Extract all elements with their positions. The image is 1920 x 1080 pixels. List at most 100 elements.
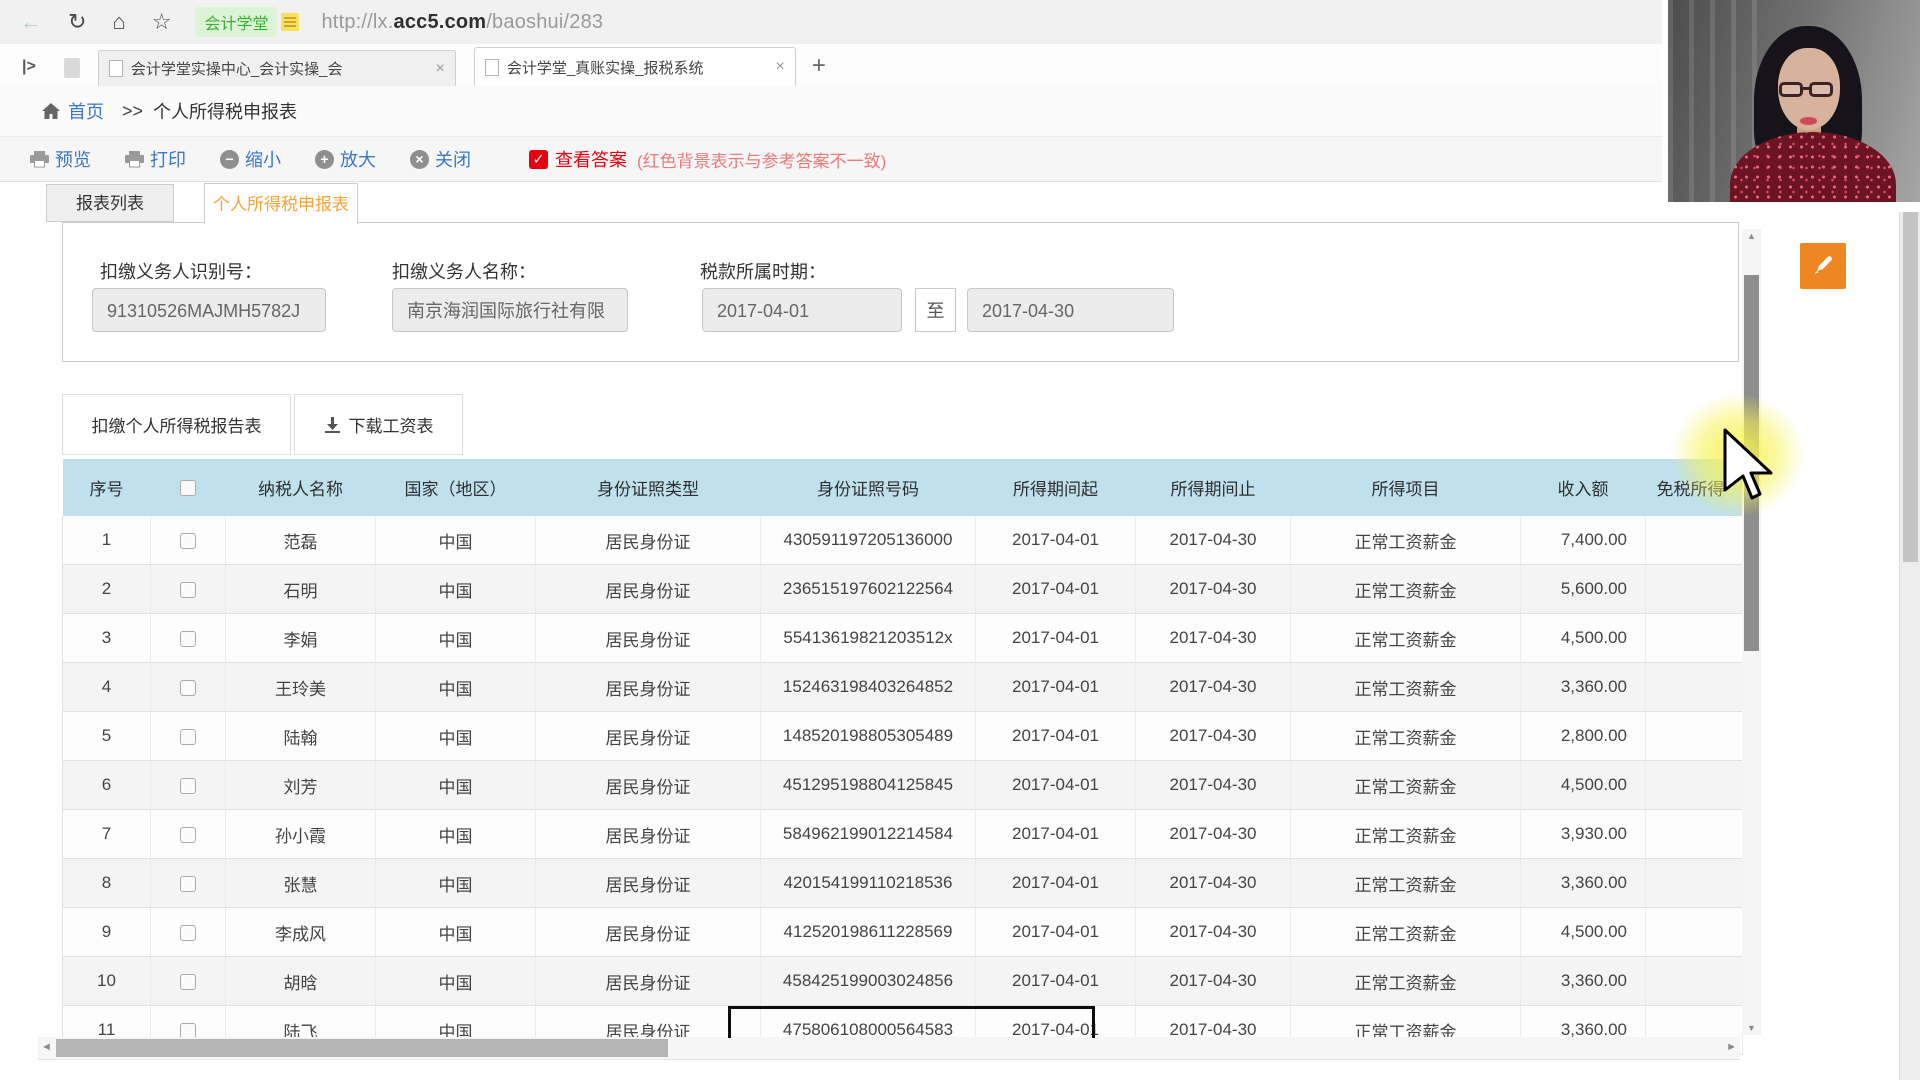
- url-text[interactable]: http://lx.acc5.com/baoshui/283: [321, 11, 603, 34]
- close-tab-icon[interactable]: ×: [435, 60, 444, 78]
- cell-id_no: 451295198804125845: [760, 760, 976, 810]
- url-domain: acc5.com: [393, 10, 487, 33]
- cell-country: 中国: [375, 956, 536, 1006]
- cell-country: 中国: [375, 516, 536, 565]
- cell-name: 刘芳: [225, 760, 376, 810]
- site-badge[interactable]: 会计学堂: [195, 7, 278, 37]
- cell-country: 中国: [375, 613, 536, 663]
- cell-item: 正常工资薪金: [1290, 662, 1521, 712]
- glasses-bridge: [1801, 87, 1811, 90]
- row-checkbox[interactable]: [180, 973, 196, 990]
- printer-icon: [30, 150, 49, 167]
- breadcrumb-home-link[interactable]: 首页: [68, 98, 104, 124]
- cell-check: [150, 516, 226, 565]
- new-tab-button[interactable]: +: [812, 52, 826, 80]
- scroll-left-icon[interactable]: ◄: [41, 1041, 52, 1053]
- close-button[interactable]: × 关闭: [410, 146, 471, 172]
- withholding-name-input[interactable]: 南京海润国际旅行社有限: [392, 288, 628, 332]
- table-row: 6 刘芳 中国 居民身份证 451295198804125845 2017-04-01 20…: [62, 760, 1743, 810]
- tab-personal-income-tax[interactable]: 个人所得税申报表: [204, 183, 358, 224]
- back-icon[interactable]: ←: [20, 0, 42, 44]
- scroll-down-icon[interactable]: ▼: [1742, 1023, 1761, 1033]
- zoom-out-button[interactable]: − 缩小: [220, 146, 281, 172]
- table-header-row: 序号 纳税人名称 国家（地区） 身份证照类型 身份证照号码 所得期间起 所得期间止 所得项目收…: [62, 459, 1743, 516]
- withholding-name-label: 扣缴义务人名称：: [392, 262, 536, 282]
- scroll-up-icon[interactable]: ▲: [1742, 231, 1761, 241]
- cell-item: 正常工资薪金: [1290, 564, 1521, 614]
- select-all-checkbox[interactable]: [180, 480, 196, 497]
- bookmark-star-icon[interactable]: ☆: [152, 0, 172, 44]
- cell-income: 3,360.00: [1520, 956, 1646, 1006]
- row-checkbox[interactable]: [180, 875, 196, 892]
- page-scrollbar[interactable]: [1899, 86, 1920, 1080]
- row-checkbox[interactable]: [180, 630, 196, 647]
- scroll-right-icon[interactable]: ►: [1726, 1041, 1737, 1053]
- cell-id_no: 430591197205136000: [760, 516, 976, 565]
- table-row: 5 陆翰 中国 居民身份证 148520198805305489 2017-04-01 20…: [62, 711, 1743, 761]
- download-salary-button[interactable]: 下载工资表: [294, 394, 463, 455]
- cell-check: [150, 662, 226, 712]
- table-row: 7 孙小霞 中国 居民身份证 584962199012214584 2017-04-01 2…: [62, 809, 1743, 859]
- home-icon: [42, 103, 60, 119]
- period-start-input[interactable]: 2017-04-01: [702, 288, 902, 332]
- certificate-icon[interactable]: [281, 13, 300, 31]
- close-circle-icon: ×: [410, 149, 429, 169]
- refresh-icon[interactable]: ↻: [68, 0, 86, 44]
- cell-country: 中国: [375, 858, 536, 908]
- preview-button[interactable]: 预览: [30, 146, 91, 172]
- home-icon[interactable]: ⌂: [112, 0, 125, 44]
- period-end-input[interactable]: 2017-04-30: [967, 288, 1174, 332]
- cell-start: 2017-04-01: [975, 858, 1136, 908]
- cell-start: 2017-04-01: [975, 956, 1136, 1006]
- mouse-cursor: [1723, 428, 1773, 500]
- row-checkbox[interactable]: [180, 826, 196, 843]
- cell-start: 2017-04-01: [975, 711, 1136, 761]
- reading-list-icon[interactable]: [63, 58, 80, 78]
- cell-no: 9: [62, 907, 151, 957]
- cell-id_no: 458425199003024856: [760, 956, 976, 1006]
- table-row: 10 胡晗 中国 居民身份证 458425199003024856 2017-04-01 2…: [62, 956, 1743, 1006]
- row-checkbox[interactable]: [180, 532, 196, 549]
- cell-end: 2017-04-30: [1135, 809, 1291, 859]
- cell-id_type: 居民身份证: [535, 711, 761, 761]
- cell-end: 2017-04-30: [1135, 907, 1291, 957]
- cell-start: 2017-04-01: [975, 809, 1136, 859]
- cell-check: [150, 858, 226, 908]
- cell-item: 正常工资薪金: [1290, 907, 1521, 957]
- cell-name: 李成风: [225, 907, 376, 957]
- cell-id_no: 152463198403264852: [760, 662, 976, 712]
- check-answer-toggle[interactable]: ✓ 查看答案: [529, 146, 627, 172]
- table-vertical-scrollbar[interactable]: ▲ ▼: [1742, 229, 1761, 1035]
- print-button[interactable]: 打印: [125, 146, 186, 172]
- sidebar-toggle-icon[interactable]: |>: [22, 58, 36, 76]
- cell-item: 正常工资薪金: [1290, 858, 1521, 908]
- col-header: 所得期间止: [1135, 459, 1291, 516]
- cell-country: 中国: [375, 907, 536, 957]
- page-scroll-thumb[interactable]: [1903, 212, 1918, 562]
- row-checkbox[interactable]: [180, 581, 196, 598]
- withholding-id-input[interactable]: 91310526MAJMH5782J: [92, 288, 326, 332]
- cell-item: 正常工资薪金: [1290, 760, 1521, 810]
- withholding-report-button[interactable]: 扣缴个人所得税报告表: [62, 394, 291, 455]
- row-checkbox[interactable]: [180, 679, 196, 696]
- tab-report-list[interactable]: 报表列表: [46, 184, 174, 222]
- cell-id_no: 236515197602122564: [760, 564, 976, 614]
- withholding-id-label: 扣缴义务人识别号：: [100, 262, 262, 282]
- cell-no: 6: [62, 760, 151, 810]
- cell-name: 石明: [225, 564, 376, 614]
- browser-tab-2-active[interactable]: 会计学堂_真账实操_报税系统 ×: [473, 47, 796, 86]
- zoom-in-button[interactable]: + 放大: [315, 146, 376, 172]
- edit-brush-button[interactable]: [1800, 243, 1846, 289]
- cell-check: [150, 613, 226, 663]
- table-row: 1 范磊 中国 居民身份证 430591197205136000 2017-04-01 20…: [62, 516, 1743, 565]
- row-checkbox[interactable]: [180, 728, 196, 745]
- plus-circle-icon: +: [315, 149, 334, 169]
- table-horizontal-scrollbar[interactable]: ◄ ►: [38, 1037, 1740, 1060]
- horizontal-scroll-thumb[interactable]: [56, 1039, 668, 1057]
- cell-no: 7: [62, 809, 151, 859]
- browser-tab-1[interactable]: 会计学堂实操中心_会计实操_会 ×: [97, 50, 456, 86]
- row-checkbox[interactable]: [180, 924, 196, 941]
- row-checkbox[interactable]: [180, 777, 196, 794]
- webcam-overlay: [1668, 0, 1920, 202]
- close-tab-icon[interactable]: ×: [775, 58, 784, 76]
